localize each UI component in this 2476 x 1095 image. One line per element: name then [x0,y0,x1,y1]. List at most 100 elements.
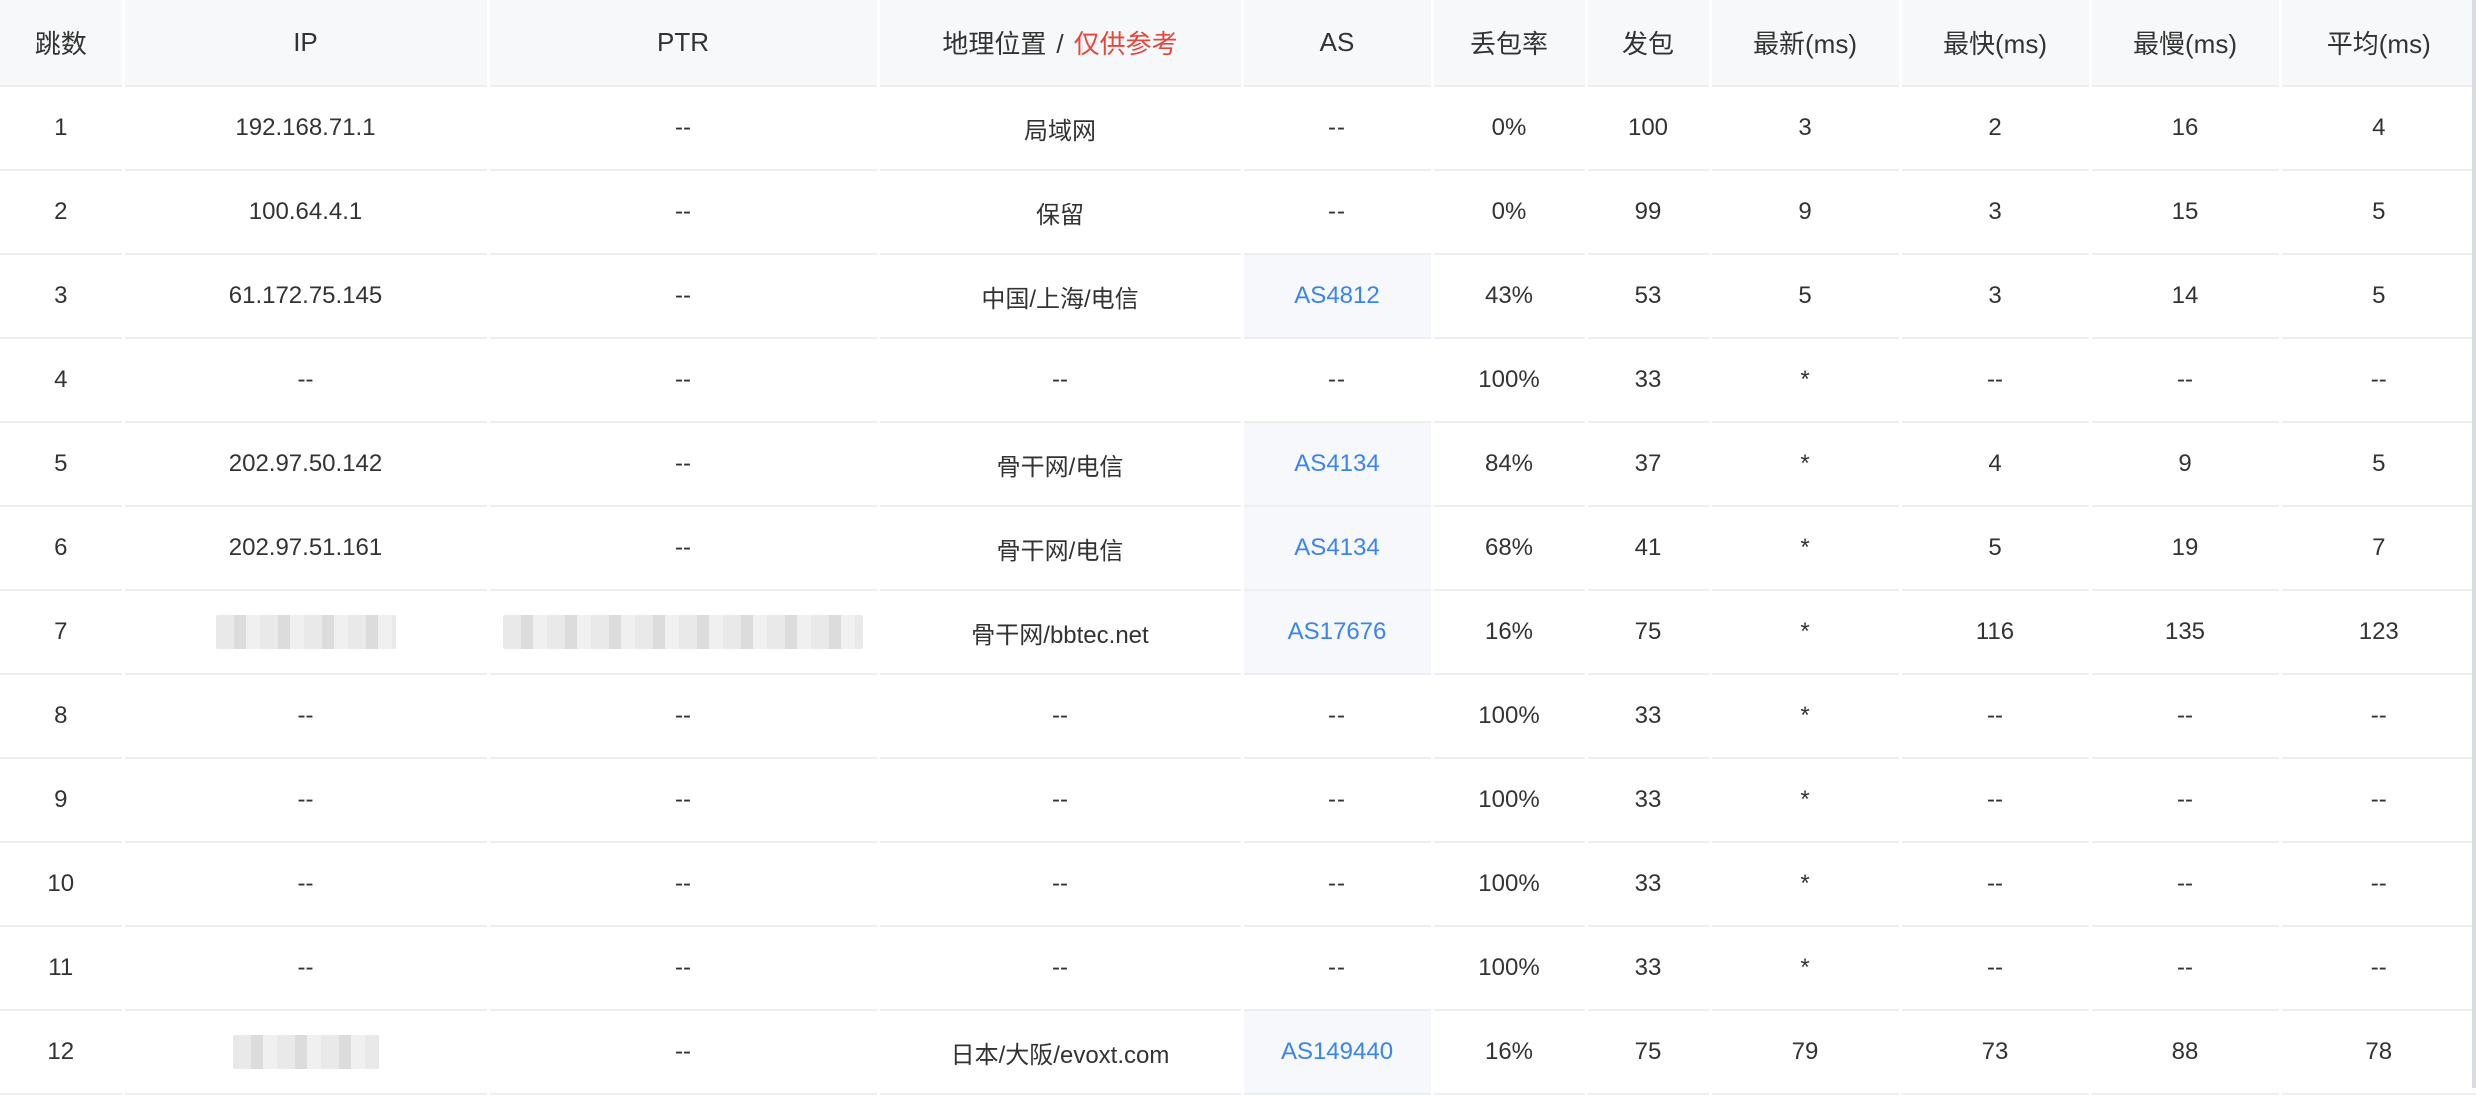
cell-last: * [1710,926,1902,1010]
cell-ptr: -- [488,926,880,1010]
as-link[interactable]: AS4812 [1294,282,1379,309]
cell-last: 5 [1710,254,1902,338]
worst-value: 19 [2171,534,2199,561]
hop-value: 9 [54,786,68,813]
header-sent[interactable]: 发包 [1586,0,1712,87]
cell-sent: 33 [1586,842,1712,926]
cell-loss: 84% [1432,422,1588,506]
cell-ip [123,590,490,674]
cell-hop: 9 [0,758,125,842]
cell-best: -- [1900,674,2092,758]
header-worst[interactable]: 最慢(ms) [2090,0,2282,87]
cell-geo: 中国/上海/电信 [878,254,1244,338]
as-empty: -- [1328,870,1346,897]
last-value: 79 [1791,1038,1819,1065]
as-link[interactable]: AS149440 [1281,1038,1393,1065]
cell-last: * [1710,506,1902,590]
worst-value: 88 [2171,1038,2199,1065]
header-ip[interactable]: IP [123,0,490,87]
cell-avg: 7 [2280,506,2476,590]
header-ptr[interactable]: PTR [488,0,880,87]
header-best[interactable]: 最快(ms) [1900,0,2092,87]
cell-hop: 11 [0,926,125,1010]
loss-value: 100% [1478,786,1540,813]
ptr-value: -- [675,282,691,309]
last-value: 3 [1798,114,1812,141]
header-hop[interactable]: 跳数 [0,0,125,87]
geo-value: -- [1052,786,1068,813]
sent-value: 100 [1627,114,1669,141]
cell-best: -- [1900,758,2092,842]
ptr-value: -- [675,534,691,561]
avg-value: -- [2370,366,2387,393]
cell-worst: 9 [2090,422,2282,506]
geo-value: -- [1052,870,1068,897]
cell-avg: 5 [2280,254,2476,338]
cell-last: * [1710,842,1902,926]
cell-ip: 192.168.71.1 [123,86,490,170]
header-last[interactable]: 最新(ms) [1710,0,1902,87]
as-link[interactable]: AS4134 [1294,534,1379,561]
geo-value: 中国/上海/电信 [981,285,1139,313]
last-value: * [1800,786,1810,813]
avg-value: -- [2370,870,2387,897]
ip-value: -- [297,954,314,981]
hop-value: 4 [54,366,68,393]
cell-best: 3 [1900,254,2092,338]
cell-hop: 12 [0,1010,125,1094]
avg-value: 5 [2372,198,2386,225]
geo-value: 骨干网/电信 [996,537,1124,565]
last-value: * [1800,534,1810,561]
avg-value: 5 [2372,282,2386,309]
cell-avg: 4 [2280,86,2476,170]
cell-geo: 保留 [878,170,1244,254]
cell-loss: 100% [1432,926,1588,1010]
cell-avg: 5 [2280,170,2476,254]
cell-worst: 135 [2090,590,2282,674]
cell-best: -- [1900,926,2092,1010]
geo-value: 骨干网/电信 [996,453,1124,481]
cell-ip [123,1010,490,1094]
cell-as: AS4134 [1242,422,1434,506]
as-link[interactable]: AS17676 [1288,618,1387,645]
best-value: -- [1987,702,2003,729]
header-avg[interactable]: 平均(ms) [2280,0,2476,87]
cell-hop: 7 [0,590,125,674]
cell-geo: -- [878,338,1244,422]
cell-as: AS149440 [1242,1010,1434,1094]
loss-value: 100% [1478,954,1540,981]
avg-value: 4 [2372,114,2386,141]
as-empty: -- [1328,198,1346,225]
avg-value: 5 [2372,450,2386,477]
header-loss[interactable]: 丢包率 [1432,0,1588,87]
loss-value: 68% [1484,534,1534,561]
loss-value: 100% [1478,870,1540,897]
table-header: 跳数 IP PTR 地理位置 / 仅供参考 AS 丢包率 发包 最新(ms) 最快(… [0,0,2476,87]
cell-best: 73 [1900,1010,2092,1094]
cell-worst: -- [2090,842,2282,926]
cell-worst: 14 [2090,254,2282,338]
cell-avg: -- [2280,338,2476,422]
hop-value: 8 [54,702,68,729]
cell-best: -- [1900,842,2092,926]
header-geo[interactable]: 地理位置 / 仅供参考 [878,0,1244,87]
worst-value: -- [2177,786,2193,813]
traceroute-app: 跳数 IP PTR 地理位置 / 仅供参考 AS 丢包率 发包 最新(ms) 最快(… [0,0,2476,1094]
cell-hop: 5 [0,422,125,506]
loss-value: 100% [1478,366,1540,393]
cell-as: -- [1242,170,1434,254]
as-link[interactable]: AS4134 [1294,450,1379,477]
ptr-value: -- [675,702,691,729]
sent-value: 75 [1634,1038,1662,1065]
cell-ip: 202.97.50.142 [123,422,490,506]
cell-sent: 33 [1586,338,1712,422]
as-empty: -- [1328,702,1346,729]
cell-hop: 8 [0,674,125,758]
table-row: 3 61.172.75.145 -- 中国/上海/电信 AS4812 43% 53 5 3 14 5 [0,254,2476,338]
cell-sent: 99 [1586,170,1712,254]
cell-avg: -- [2280,926,2476,1010]
ip-value: 202.97.51.161 [228,534,383,561]
cell-loss: 43% [1432,254,1588,338]
cell-ptr: -- [488,842,880,926]
header-as[interactable]: AS [1242,0,1434,87]
